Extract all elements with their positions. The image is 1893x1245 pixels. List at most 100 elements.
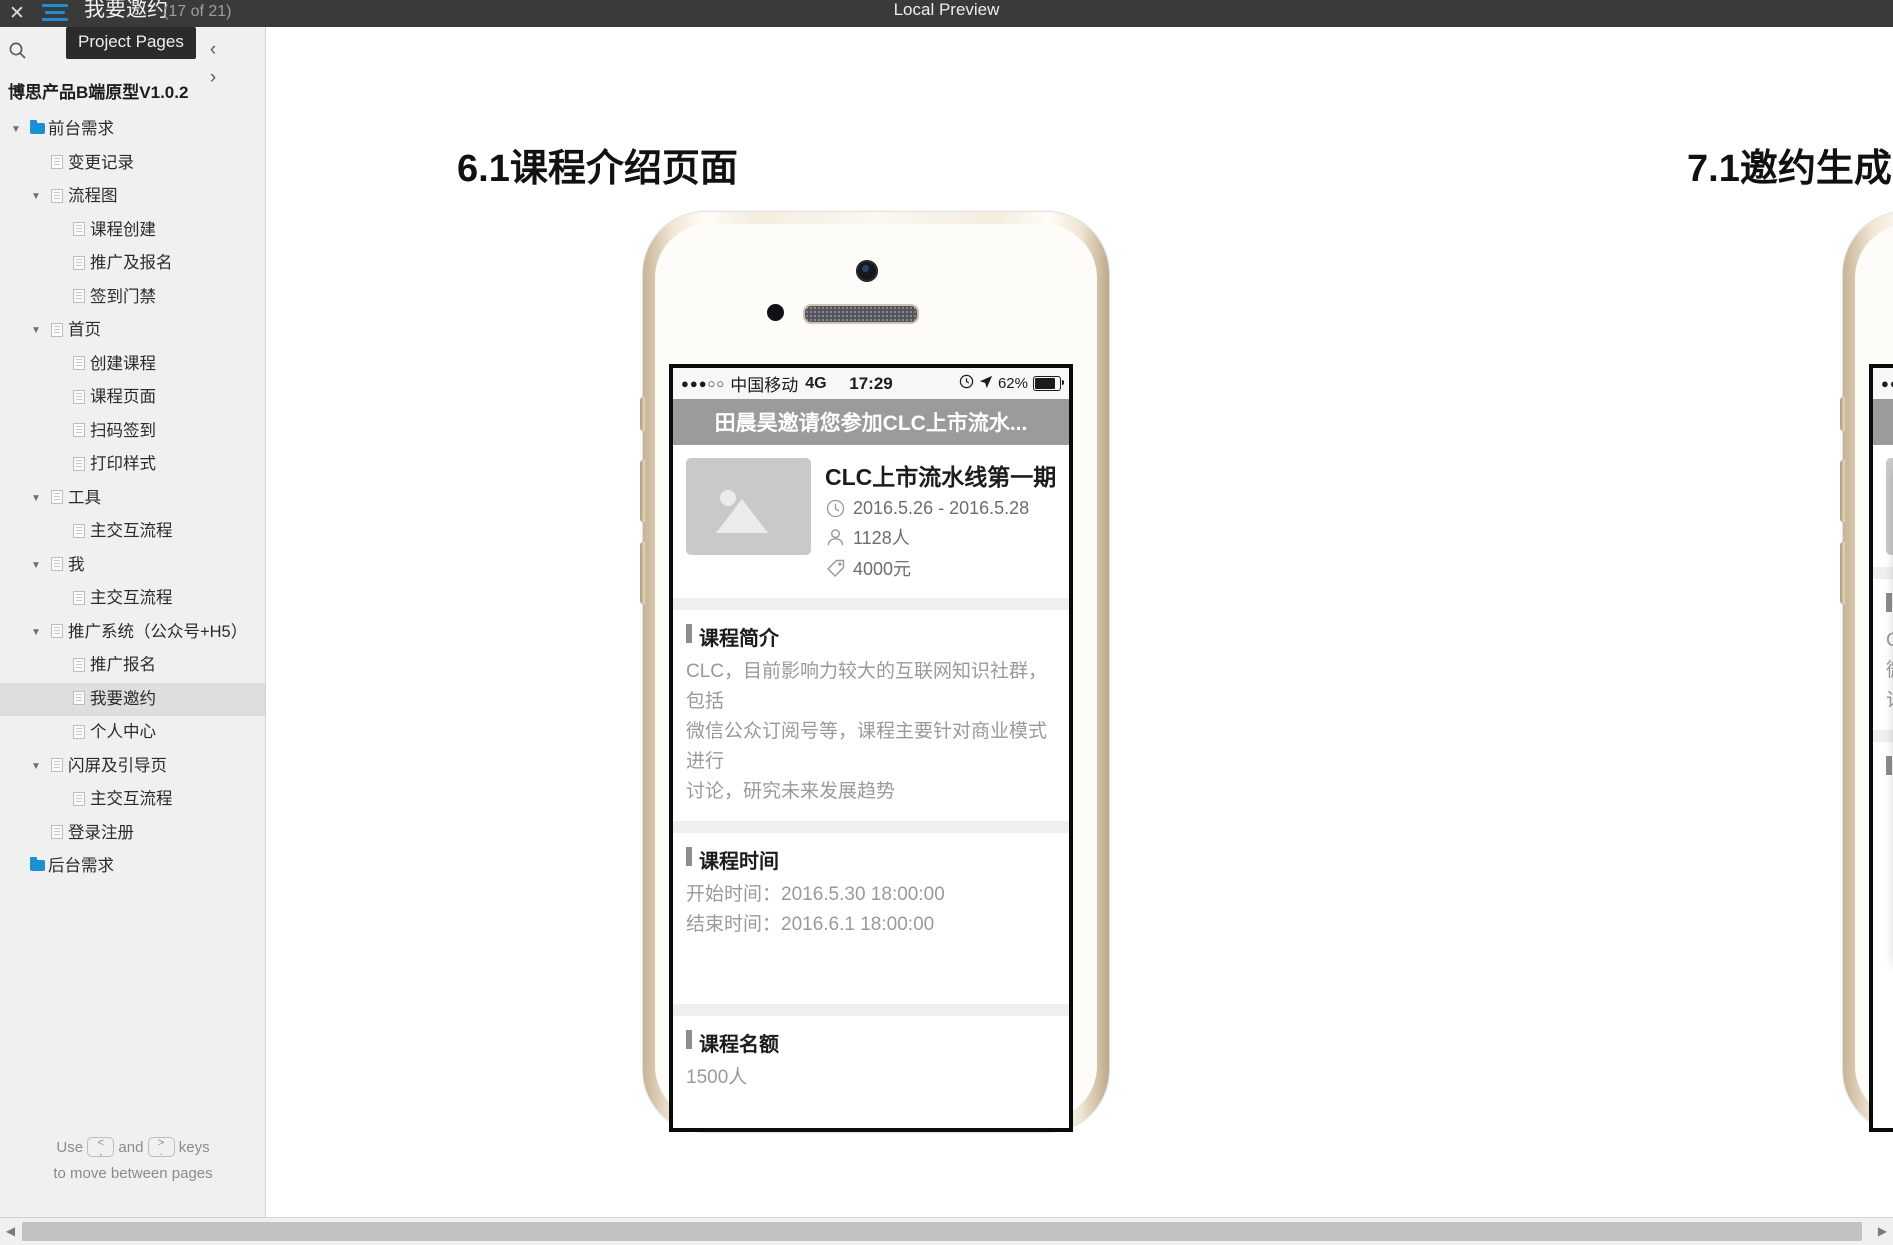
app-screen: ●●●○○ 中国移动 4G 17:29 62% 田晨昊邀请您参加CLC上市流水.… <box>673 368 1069 1128</box>
phone-screen-right: ●●●○○ 中国移动 4G 田晨昊邀请 课程简介 CLC，目前影响 微 <box>1869 364 1893 1132</box>
sidebar-item-19[interactable]: ▼ 闪屏及引导页 <box>0 750 265 784</box>
app-screen: ●●●○○ 中国移动 4G 田晨昊邀请 课程简介 CLC，目前影响 微 <box>1873 368 1893 1128</box>
page-icon <box>70 247 88 281</box>
top-bar: ✕ 我要邀约 (17 of 21) Local Preview <box>0 0 1893 27</box>
chevron-down-icon[interactable]: ▼ <box>8 113 24 147</box>
sidebar-item-label: 推广系统（公众号+H5） <box>68 622 248 641</box>
sidebar-item-13[interactable]: ▼ 我 <box>0 549 265 583</box>
key-prev: <, <box>87 1137 115 1158</box>
chevron-down-icon[interactable]: ▼ <box>28 750 44 784</box>
hint-pre: Use <box>56 1139 84 1156</box>
sidebar-item-label: 签到门禁 <box>90 287 156 306</box>
earpiece-speaker <box>803 304 919 324</box>
scroll-left-arrow[interactable]: ◀ <box>0 1218 21 1245</box>
preview-canvas[interactable]: 6.1课程介绍页面 ●●●○○ 中国移动 4G 17:29 62% 田晨昊邀请您… <box>267 27 1893 1217</box>
section-heading: 课程时间 <box>686 845 1069 874</box>
chevron-down-icon[interactable]: ▼ <box>28 616 44 650</box>
page-icon <box>70 649 88 683</box>
sidebar-item-label: 课程页面 <box>90 388 156 406</box>
next-page-button[interactable]: › <box>199 64 227 92</box>
course-people-row: 1128人 <box>825 524 1056 550</box>
sidebar-item-5[interactable]: 签到门禁 <box>0 281 265 315</box>
sidebar-item-3[interactable]: 课程创建 <box>0 214 265 248</box>
volume-up-button <box>640 460 645 522</box>
page-icon <box>48 147 66 181</box>
chevron-down-icon[interactable]: ▼ <box>28 314 44 348</box>
page-icon <box>70 448 88 482</box>
hamburger-icon[interactable] <box>42 4 72 24</box>
sidebar-item-7[interactable]: 创建课程 <box>0 348 265 382</box>
sidebar-item-label: 创建课程 <box>90 354 156 373</box>
section-heading: 课程简介 <box>686 622 1069 651</box>
sidebar-item-label: 首页 <box>68 321 101 339</box>
app-root: ✕ 我要邀约 (17 of 21) Local Preview ‹ › 博思产品… <box>0 0 1893 1245</box>
app-navbar-title: 田晨昊邀请您参加CLC上市流水... <box>673 399 1069 445</box>
sidebar-item-label: 前台需求 <box>48 120 114 138</box>
folder-icon <box>28 113 46 147</box>
course-price: 4000元 <box>853 559 912 579</box>
section-heading: 讲师及嘉宾简 <box>1886 754 1893 783</box>
prev-page-button[interactable]: ‹ <box>199 36 227 64</box>
page-icon <box>70 716 88 750</box>
sidebar-item-8[interactable]: 课程页面 <box>0 381 265 415</box>
keyboard-hint: Use <, and >. keys to move between pages <box>0 1135 265 1187</box>
sidebar-item-4[interactable]: 推广及报名 <box>0 247 265 281</box>
signal-dots-icon: ●●●○○ <box>1881 376 1893 391</box>
sidebar-item-2[interactable]: ▼ 流程图 <box>0 180 265 214</box>
course-date-row: 2016.5.26 - 2016.5.28 <box>825 498 1056 519</box>
section-divider <box>1873 730 1893 742</box>
page-icon <box>48 817 66 851</box>
app-navbar-title: 田晨昊邀请 <box>1873 399 1893 445</box>
sidebar-item-1[interactable]: 变更记录 <box>0 147 265 181</box>
horizontal-scrollbar[interactable]: ◀ ▶ <box>0 1217 1893 1245</box>
page-count: (17 of 21) <box>163 3 232 20</box>
sidebar-item-6[interactable]: ▼ 首页 <box>0 314 265 348</box>
preview-mode-label: Local Preview <box>893 0 1000 19</box>
person-icon <box>825 527 846 548</box>
scroll-right-arrow[interactable]: ▶ <box>1872 1218 1893 1245</box>
sidebar-item-15[interactable]: ▼ 推广系统（公众号+H5） <box>0 616 265 650</box>
sidebar-item-22[interactable]: 后台需求 <box>0 850 265 884</box>
status-bar: ●●●○○ 中国移动 4G 17:29 62% <box>673 368 1069 399</box>
sidebar: ‹ › 博思产品B端原型V1.0.2 ▼ 前台需求 变更记录 ▼ 流程图 课程创建 推广及报… <box>0 27 266 1217</box>
page-icon <box>70 415 88 449</box>
chevron-down-icon[interactable]: ▼ <box>28 549 44 583</box>
sidebar-item-11[interactable]: ▼ 工具 <box>0 482 265 516</box>
close-icon[interactable]: ✕ <box>3 0 31 27</box>
sidebar-item-label: 我要邀约 <box>90 689 156 708</box>
sidebar-item-14[interactable]: 主交互流程 <box>0 582 265 616</box>
key-next: >. <box>147 1137 175 1158</box>
section-line: 结束时间：2016.6.1 18:00:00 <box>686 914 935 935</box>
scrollbar-thumb[interactable] <box>22 1222 1862 1241</box>
sidebar-item-10[interactable]: 打印样式 <box>0 448 265 482</box>
sidebar-item-18[interactable]: 个人中心 <box>0 716 265 750</box>
section-line: CLC，目前影响力较大的互联网知识社群，包括 <box>686 661 1048 712</box>
keyboard-hint-line1: Use <, and >. keys <box>0 1135 265 1161</box>
sidebar-item-0[interactable]: ▼ 前台需求 <box>0 113 265 147</box>
sidebar-item-16[interactable]: 推广报名 <box>0 649 265 683</box>
sidebar-item-label: 我 <box>68 555 85 574</box>
folder-icon <box>28 850 46 884</box>
sidebar-item-12[interactable]: 主交互流程 <box>0 515 265 549</box>
chevron-down-icon[interactable]: ▼ <box>28 180 44 214</box>
sidebar-item-label: 扫码签到 <box>90 421 156 440</box>
sidebar-item-label: 工具 <box>68 488 101 507</box>
phone-screen-left: ●●●○○ 中国移动 4G 17:29 62% 田晨昊邀请您参加CLC上市流水.… <box>669 364 1073 1132</box>
front-camera-icon <box>856 260 878 282</box>
phone-mockup-left: ●●●○○ 中国移动 4G 17:29 62% 田晨昊邀请您参加CLC上市流水.… <box>640 212 1109 1132</box>
project-pages-tree: ▼ 前台需求变更记录 ▼ 流程图 课程创建 推广及报名签到门禁 ▼ 首页创建课程课程页面扫码签… <box>0 113 265 884</box>
sidebar-item-label: 变更记录 <box>68 153 134 172</box>
sidebar-item-17[interactable]: 我要邀约 <box>0 682 265 716</box>
page-icon <box>48 180 66 214</box>
sidebar-item-9[interactable]: 扫码签到 <box>0 415 265 449</box>
sidebar-item-21[interactable]: 登录注册 <box>0 817 265 851</box>
sidebar-item-20[interactable]: 主交互流程 <box>0 783 265 817</box>
page-icon <box>70 348 88 382</box>
course-people: 1128人 <box>853 528 910 548</box>
page-title: 6.1课程介绍页面 <box>457 148 738 190</box>
volume-down-button <box>640 542 645 604</box>
page-icon <box>70 281 88 315</box>
chevron-down-icon[interactable]: ▼ <box>28 482 44 516</box>
silent-switch <box>640 397 645 431</box>
search-icon[interactable] <box>0 35 36 65</box>
